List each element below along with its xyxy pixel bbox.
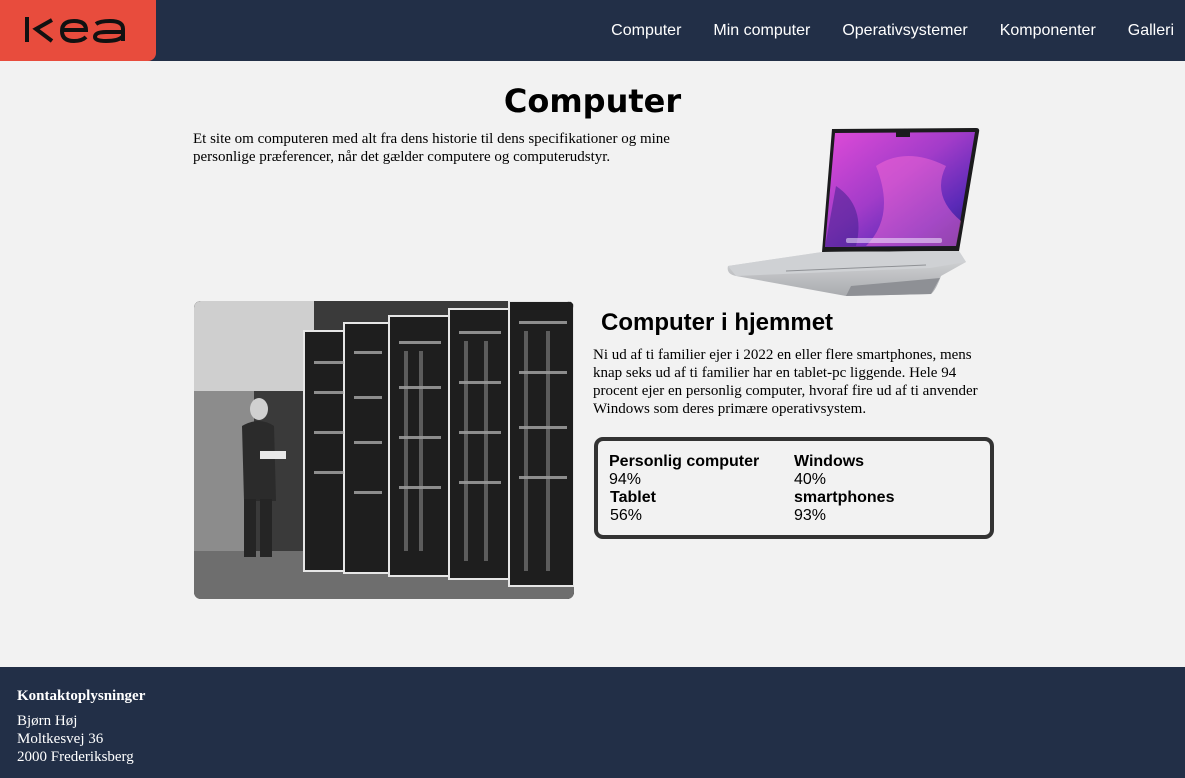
footer-heading: Kontaktoplysninger — [17, 688, 146, 704]
stat-label: Tablet — [610, 489, 656, 506]
historic-computer-photo — [194, 301, 574, 599]
stat-label: Windows — [794, 453, 865, 470]
stat-label: smartphones — [794, 489, 895, 506]
page-title: Computer — [503, 82, 682, 120]
stat-smartphones: smartphones 93% — [794, 489, 894, 525]
section-title: Computer i hjemmet — [601, 309, 834, 336]
kea-logo[interactable] — [0, 0, 156, 61]
site-footer: Kontaktoplysninger Bjørn Høj Moltkesvej … — [0, 667, 1185, 778]
intro-text: Et site om computeren med alt fra dens h… — [193, 131, 670, 165]
site-header: Computer Min computer Operativsystemer K… — [0, 0, 1185, 61]
nav-item-min-computer[interactable]: Min computer — [713, 22, 810, 40]
section-text: Ni ud af ti familier ejer i 2022 en elle… — [593, 347, 978, 417]
stat-tablet: Tablet 56% — [610, 489, 656, 525]
stat-value: 40% — [794, 471, 827, 488]
stat-value: 94% — [609, 471, 642, 488]
nav-item-operativsystemer[interactable]: Operativsystemer — [842, 22, 967, 40]
stat-value: 93% — [794, 507, 827, 524]
stat-value: 56% — [610, 507, 643, 524]
nav-item-galleri[interactable]: Galleri — [1128, 22, 1174, 40]
nav-item-computer[interactable]: Computer — [611, 22, 681, 40]
stat-label: Personlig computer — [609, 453, 760, 470]
footer-street: Moltkesvej 36 — [17, 731, 104, 747]
footer-name: Bjørn Høj — [17, 713, 78, 729]
laptop-image — [726, 126, 982, 298]
footer-city: 2000 Frederiksberg — [17, 749, 134, 765]
stat-personlig-computer: Personlig computer 94% — [609, 453, 759, 489]
stats-box: Personlig computer 94% Windows 40% Table… — [594, 437, 994, 539]
kea-logo-icon — [25, 17, 125, 44]
stat-windows: Windows 40% — [794, 453, 864, 489]
main-nav: Computer Min computer Operativsystemer K… — [611, 0, 1185, 61]
nav-item-komponenter[interactable]: Komponenter — [1000, 22, 1096, 40]
